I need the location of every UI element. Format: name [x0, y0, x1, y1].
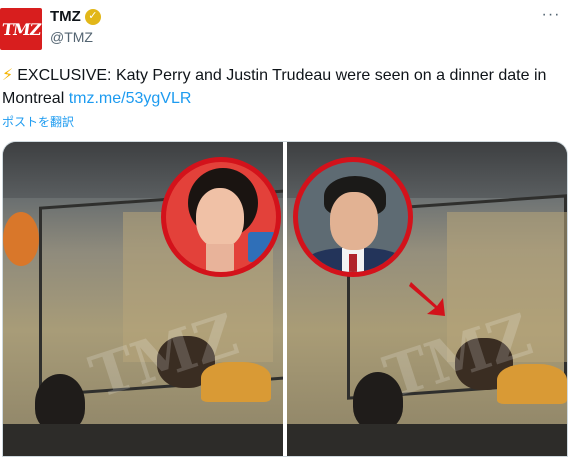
display-name-text: TMZ: [50, 8, 81, 25]
tweet-header: TMZ TMZ ✓ @TMZ ···: [0, 0, 570, 56]
tweet-link[interactable]: tmz.me/53ygVLR: [69, 90, 192, 107]
face: [330, 192, 378, 250]
lamp: [3, 212, 39, 266]
tie: [349, 254, 357, 272]
face: [196, 188, 244, 248]
display-name[interactable]: TMZ ✓: [50, 8, 101, 25]
media-grid: TMZ TMZ: [2, 141, 568, 457]
inset-circle-katy: [161, 157, 281, 277]
translate-post-link[interactable]: ポストを翻訳: [2, 113, 74, 130]
verified-badge-icon: ✓: [84, 8, 101, 25]
table: [287, 424, 567, 456]
neck: [206, 244, 234, 272]
inset-circle-trudeau: [293, 157, 413, 277]
user-handle[interactable]: @TMZ: [50, 29, 93, 45]
tweet-text: ⚡ EXCLUSIVE: Katy Perry and Justin Trudea…: [2, 64, 568, 110]
photo-left[interactable]: TMZ: [3, 142, 283, 456]
avatar[interactable]: TMZ: [0, 8, 42, 50]
photo-right[interactable]: TMZ: [287, 142, 567, 456]
red-arrow-icon: [409, 282, 445, 316]
lightning-icon: ⚡: [2, 67, 14, 84]
more-options-icon[interactable]: ···: [540, 7, 562, 24]
table: [3, 424, 283, 456]
logo-sign: [248, 232, 276, 262]
avatar-logo-text: TMZ: [0, 19, 42, 39]
